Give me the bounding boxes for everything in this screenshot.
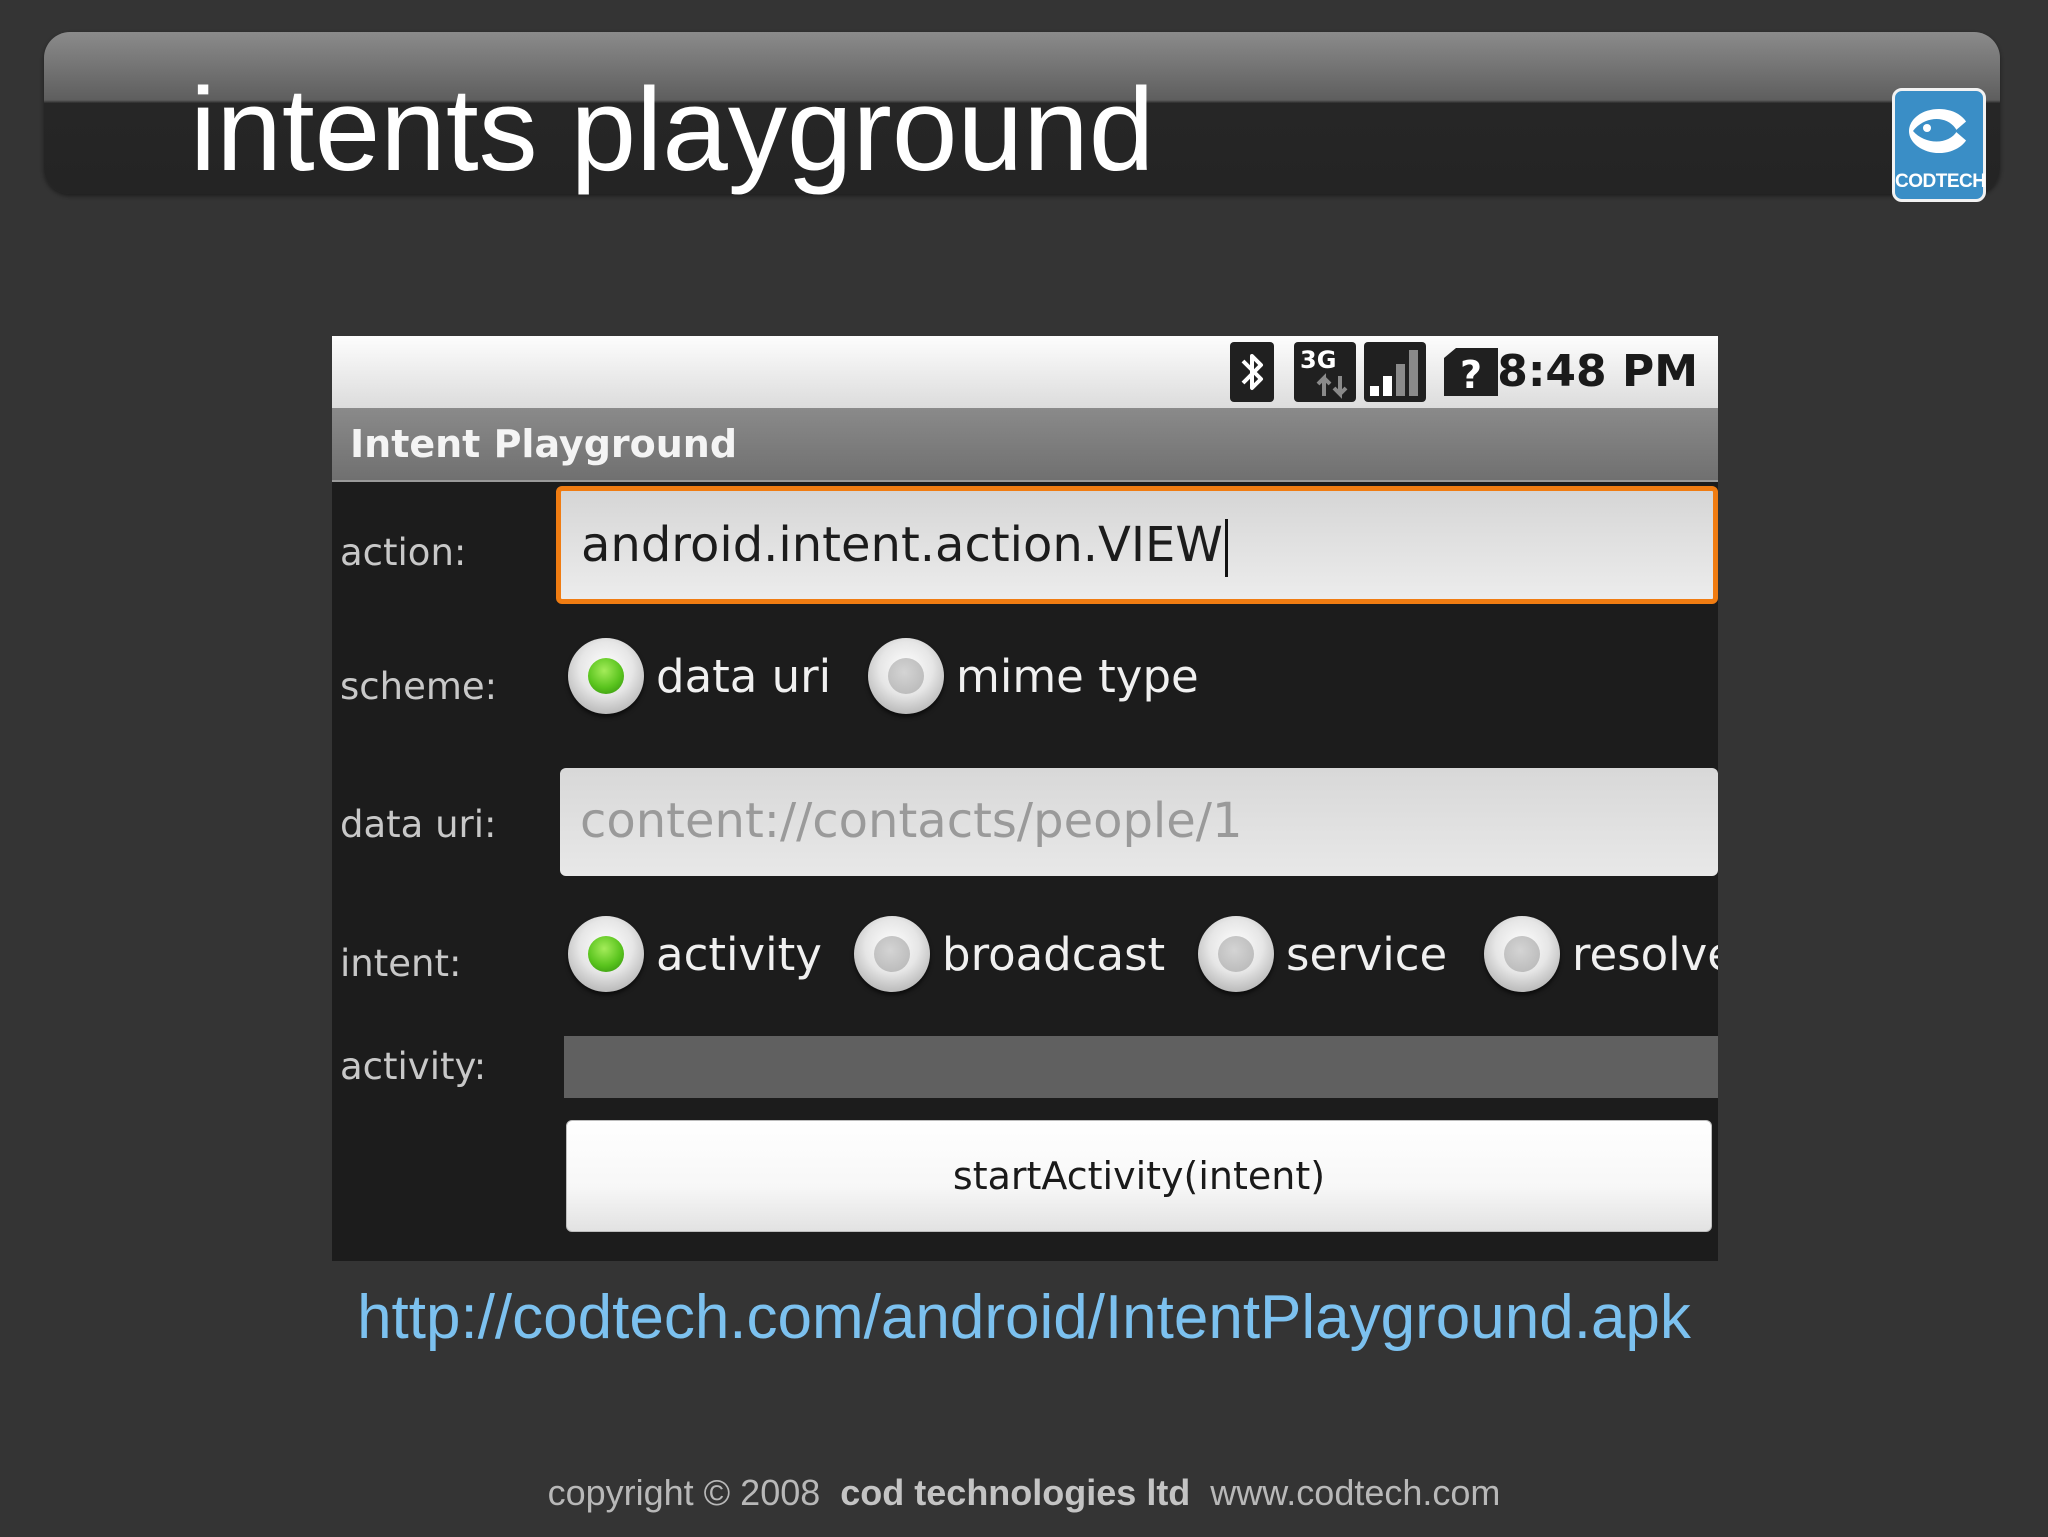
text-cursor — [1224, 519, 1228, 577]
radio-button[interactable] — [1198, 916, 1274, 992]
radio-label-broadcast: broadcast — [942, 927, 1166, 981]
slide-title: intents playground — [190, 64, 1155, 196]
radio-button[interactable] — [1484, 916, 1560, 992]
radio-service[interactable]: service — [1198, 916, 1447, 992]
fish-logo-icon — [1909, 109, 1969, 153]
data-uri-placeholder: content://contacts/people/1 — [580, 793, 1243, 849]
slide-title-bar: intents playground CODTECH — [44, 32, 2000, 202]
radio-label-data-uri: data uri — [656, 649, 832, 703]
action-label: action: — [340, 531, 467, 574]
activity-label: activity: — [340, 1045, 487, 1088]
radio-data-uri[interactable]: data uri — [568, 638, 831, 714]
copyright-text: copyright © 2008 — [547, 1472, 821, 1513]
logo-text: CODTECH — [1895, 171, 1986, 192]
radio-button-checked[interactable] — [568, 916, 644, 992]
radio-mime-type[interactable]: mime type — [868, 638, 1199, 714]
status-bar: 3G ? 8:48 PM — [332, 336, 1718, 408]
start-activity-button[interactable]: startActivity(intent) — [566, 1120, 1712, 1232]
radio-label-service: service — [1286, 927, 1448, 981]
action-input-value: android.intent.action.VIEW — [581, 517, 1223, 573]
signal-strength-icon — [1364, 342, 1426, 402]
app-title-bar: Intent Playground — [332, 408, 1718, 482]
radio-label-mime-type: mime type — [956, 649, 1199, 703]
radio-label-activity: activity — [656, 927, 822, 981]
phone-screenshot: 3G ? 8:48 PM Intent Playground action: a… — [332, 336, 1718, 1261]
radio-button[interactable] — [854, 916, 930, 992]
3g-data-icon: 3G — [1294, 342, 1356, 402]
bluetooth-icon — [1230, 342, 1274, 402]
apk-download-link[interactable]: http://codtech.com/android/IntentPlaygro… — [0, 1282, 2048, 1353]
data-uri-input[interactable]: content://contacts/people/1 — [560, 768, 1718, 876]
no-sim-icon: ? — [1444, 348, 1498, 397]
company-name: cod technologies ltd — [840, 1472, 1191, 1513]
scheme-label: scheme: — [340, 665, 498, 708]
action-input[interactable]: android.intent.action.VIEW — [556, 486, 1718, 604]
app-title: Intent Playground — [350, 422, 738, 466]
sim-status-label: ? — [1460, 353, 1482, 397]
data-uri-label: data uri: — [340, 803, 497, 846]
radio-label-resolve: resolve — [1572, 927, 1718, 981]
radio-button-checked[interactable] — [568, 638, 644, 714]
radio-activity[interactable]: activity — [568, 916, 822, 992]
radio-broadcast[interactable]: broadcast — [854, 916, 1165, 992]
radio-button[interactable] — [868, 638, 944, 714]
activity-select[interactable] — [564, 1036, 1718, 1098]
copyright-footer: copyright © 2008 cod technologies ltd www.… — [0, 1472, 2048, 1514]
intent-label: intent: — [340, 942, 462, 985]
network-type-label: 3G — [1300, 346, 1336, 374]
codtech-logo: CODTECH — [1892, 88, 1986, 202]
status-time: 8:48 PM — [1497, 346, 1698, 397]
radio-resolve[interactable]: resolve — [1484, 916, 1718, 992]
company-website: www.codtech.com — [1210, 1472, 1501, 1513]
